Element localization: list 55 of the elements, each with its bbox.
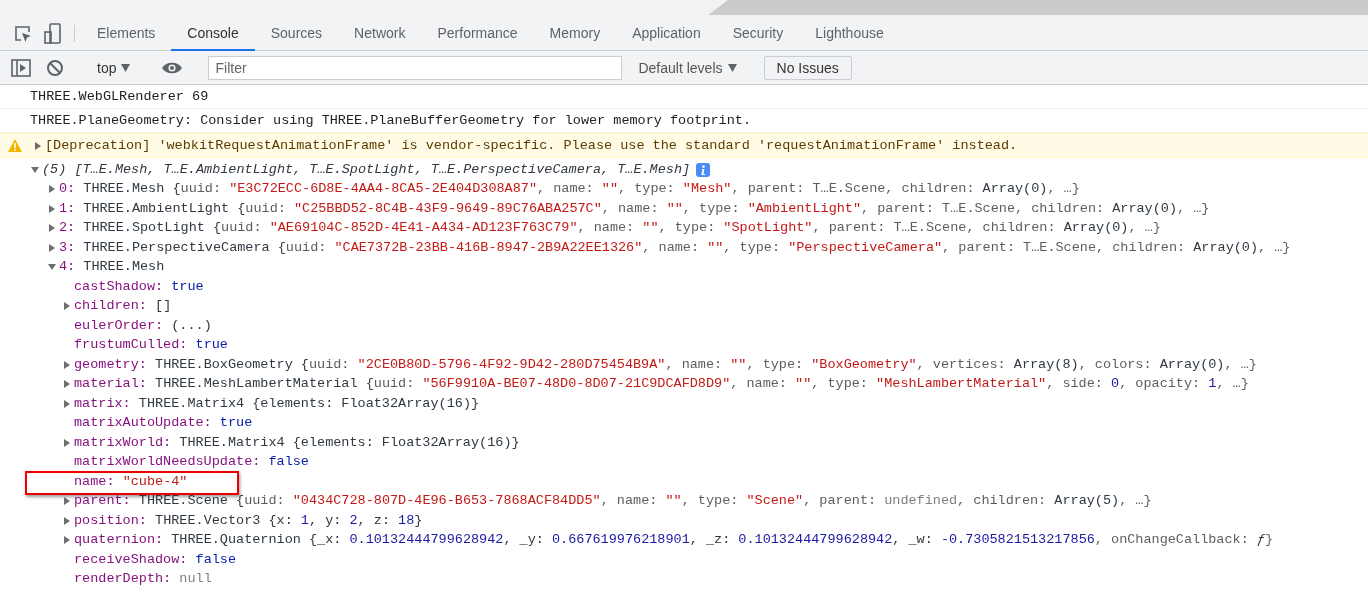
filter-field[interactable]: Filter <box>208 55 623 80</box>
levels-dropdown[interactable]: Default levels <box>632 59 743 76</box>
property-line: matrixAutoUpdate: true <box>74 414 253 433</box>
array-summary: (5) [T…E.Mesh, T…E.AmbientLight, T…E.SpotLight, T…E.PerspectiveCamera, T…E.Mesh] <box>42 160 691 179</box>
warning-icon <box>8 139 22 152</box>
expand-arrow-icon[interactable] <box>47 223 57 234</box>
property-line: quaternion: THREE.Quaternion {_x: 0.10132444799628942, _y: 0.667619976218901, _z: 0.10132444799628942, _w: -0.7305821513217856, onChangeCallback: ƒ} <box>74 531 1274 550</box>
panel-tab[interactable]: Elements <box>81 17 172 51</box>
expand-arrow-icon[interactable] <box>62 359 72 370</box>
caret-icon <box>121 63 131 72</box>
property-line: position: THREE.Vector3 {x: 1, y: 2, z: 18} <box>74 511 423 530</box>
collapse-arrow-icon[interactable] <box>30 164 40 175</box>
property-line: 3: THREE.PerspectiveCamera {uuid: "CAE7372B-23BB-416B-8947-2B9A22EE1326", name: "", type: "PerspectiveCamera", parent: T…E.Scene, children: Array(0), …} <box>59 238 1291 257</box>
property-line: name: "cube-4" <box>74 472 188 491</box>
expand-arrow-icon[interactable] <box>33 141 43 151</box>
property-line: 1: THREE.AmbientLight {uuid: "C25BBD52-8C4B-43F9-9649-89C76ABA257C", name: "", type: "AmbientLight", parent: T…E.Scene, children: Array(0), …} <box>59 199 1210 218</box>
context-dropdown[interactable]: top <box>91 59 137 76</box>
property-line: parent: THREE.Scene {uuid: "0434C728-807D-4E96-B653-7868ACF84DD5", name: "", type: "Scene", parent: undefined, children: Array(5), …} <box>74 492 1152 511</box>
expand-arrow-icon[interactable] <box>62 437 72 448</box>
log-message: THREE.WebGLRenderer 69 <box>30 88 209 106</box>
expand-arrow-icon[interactable] <box>47 184 57 195</box>
property-line: renderDepth: null <box>74 570 212 589</box>
panel-tab[interactable]: Application <box>616 17 717 51</box>
info-icon[interactable] <box>696 162 711 177</box>
panel-tab[interactable]: Network <box>338 17 422 51</box>
expand-arrow-icon[interactable] <box>62 379 72 390</box>
property-line: matrixWorldNeedsUpdate: false <box>74 453 309 472</box>
expand-arrow-icon[interactable] <box>62 301 72 312</box>
property-line: eulerOrder: (...) <box>74 316 212 335</box>
property-line: children: [] <box>74 297 172 316</box>
expand-arrow-icon[interactable] <box>62 515 72 526</box>
panel-tab[interactable]: Security <box>716 17 800 51</box>
expand-arrow-icon[interactable] <box>47 242 57 253</box>
property-line: geometry: THREE.BoxGeometry {uuid: "2CE0B80D-5796-4F92-9D42-280D75454B9A", name: "", type: "BoxGeometry", vertices: Array(8), colors: Array(0), …} <box>74 355 1257 374</box>
property-line: receiveShadow: false <box>74 550 237 569</box>
property-line: 0: THREE.Mesh {uuid: "E3C72ECC-6D8E-4AA4-8CA5-2E404D308A87", name: "", type: "Mesh", parent: T…E.Scene, children: Array(0), …} <box>59 180 1080 199</box>
property-line: 4: THREE.Mesh <box>59 258 165 277</box>
expand-arrow-icon[interactable] <box>62 496 72 507</box>
property-line: matrix: THREE.Matrix4 {elements: Float32Array(16)} <box>74 394 480 413</box>
expand-arrow-icon[interactable] <box>47 203 57 214</box>
property-line: 2: THREE.SpotLight {uuid: "AE69104C-852D-4E41-A434-AD123F763C79", name: "", type: "SpotLight", parent: T…E.Scene, children: Array(0), …} <box>59 219 1161 238</box>
caret-icon <box>727 63 737 72</box>
panel-tab[interactable]: Memory <box>533 17 617 51</box>
property-line: matrixWorld: THREE.Matrix4 {elements: Float32Array(16)} <box>74 433 520 452</box>
panel-tab[interactable]: Sources <box>254 17 339 51</box>
property-line: frustumCulled: true <box>74 336 228 355</box>
warning-message: [Deprecation] 'webkitRequestAnimationFrame' is vendor-specific. Please use the standard 'requestAnimationFrame' instead. <box>45 137 1018 155</box>
issues-button[interactable]: No Issues <box>763 55 852 80</box>
property-line: material: THREE.MeshLambertMaterial {uuid: "56F9910A-BE07-48D0-8D07-21C9DCAFD8D9", name: "", type: "MeshLambertMaterial", side: 0, opacity: 1, …} <box>74 375 1249 394</box>
panel-tab[interactable]: Performance <box>421 17 534 51</box>
expand-arrow-icon[interactable] <box>62 398 72 409</box>
property-line: castShadow: true <box>74 277 204 296</box>
expand-arrow-icon[interactable] <box>62 535 72 546</box>
log-message: THREE.PlaneGeometry: Consider using THREE.PlaneBufferGeometry for lower memory footprint. <box>30 112 752 130</box>
panel-tab[interactable]: Lighthouse <box>799 17 900 51</box>
